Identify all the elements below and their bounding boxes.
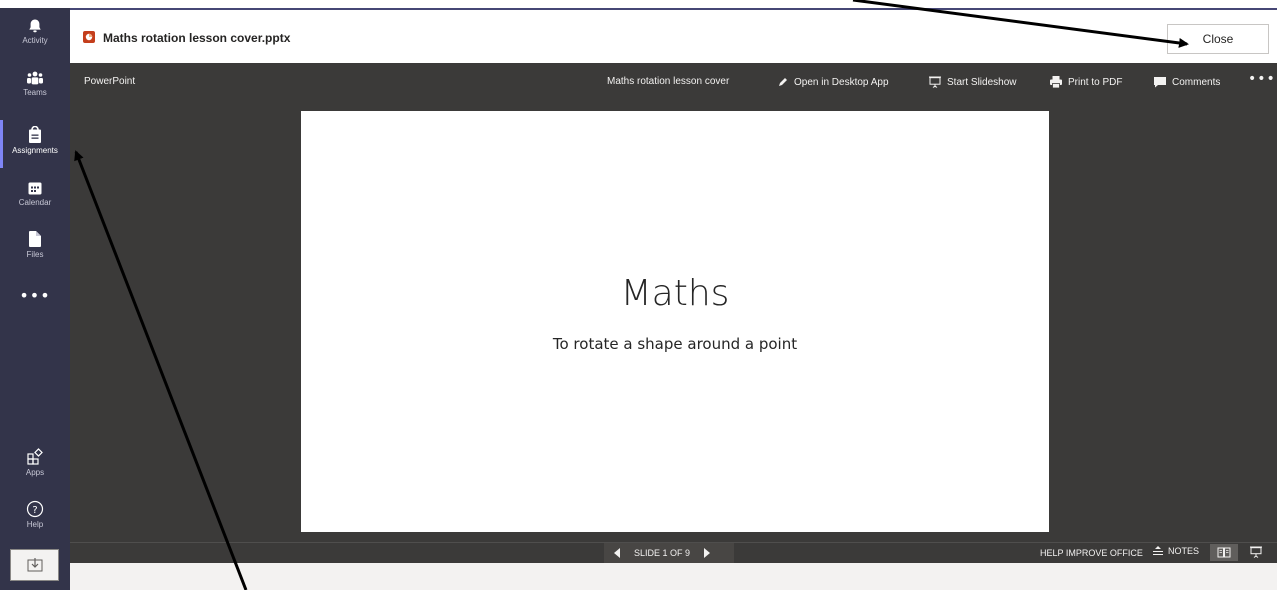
rail-item-activity[interactable]: Activity <box>0 18 70 45</box>
app-name: PowerPoint <box>84 76 136 87</box>
comments-button[interactable]: Comments <box>1153 73 1220 91</box>
notes-button[interactable]: NOTES <box>1152 546 1199 556</box>
next-slide-button[interactable] <box>694 543 720 563</box>
rail-item-label: Assignments <box>12 146 58 155</box>
slide-counter: SLIDE 1 OF 9 <box>634 548 691 558</box>
slideshow-icon <box>929 76 941 88</box>
rail-item-apps[interactable]: Help Apps <box>0 448 70 477</box>
rail-item-help[interactable]: ? Help <box>0 500 70 529</box>
print-to-pdf-label: Print to PDF <box>1068 76 1123 88</box>
print-to-pdf-button[interactable]: Print to PDF <box>1049 73 1122 91</box>
slide-title: Maths <box>620 273 730 314</box>
apps-icon <box>27 448 43 465</box>
rail-item-label: Help <box>26 520 44 529</box>
viewer-toolbar: PowerPoint Maths rotation lesson cover O… <box>70 63 1277 103</box>
rail-item-assignments[interactable]: Assignments <box>0 120 70 168</box>
viewer-status-bar: SLIDE 1 OF 9 HELP IMPROVE OFFICE NOTES <box>70 542 1277 563</box>
rail-item-label: Calendar <box>18 198 52 207</box>
comments-label: Comments <box>1172 76 1221 88</box>
powerpoint-file-icon <box>83 31 95 43</box>
rail-item-files[interactable]: Files <box>0 230 70 259</box>
notes-label: NOTES <box>1168 546 1200 556</box>
bottom-strip <box>70 563 1277 590</box>
triangle-right-icon <box>704 548 711 558</box>
powerpoint-viewer: PowerPoint Maths rotation lesson cover O… <box>70 63 1277 542</box>
teams-app-bar: Activity Teams Assignments Calendar File… <box>0 8 70 590</box>
printer-icon <box>1050 76 1062 89</box>
teams-icon <box>27 71 43 85</box>
book-icon <box>1217 547 1231 558</box>
slide-subtitle: To rotate a shape around a point <box>552 335 798 353</box>
previous-slide-button[interactable] <box>604 543 630 563</box>
rail-item-label: Apps <box>25 468 45 477</box>
slide-canvas[interactable]: Maths To rotate a shape around a point <box>301 111 1049 532</box>
start-slideshow-button[interactable]: Start Slideshow <box>928 73 1016 91</box>
more-apps-button[interactable]: ••• <box>0 286 70 305</box>
download-icon <box>27 558 42 572</box>
slideshow-icon <box>1250 546 1262 558</box>
more-options-button[interactable]: ••• <box>1248 71 1276 87</box>
start-slideshow-label: Start Slideshow <box>947 76 1017 88</box>
document-name: Maths rotation lesson cover <box>607 76 730 87</box>
file-header: Maths rotation lesson cover.pptx Close <box>70 10 1277 63</box>
download-app-button[interactable] <box>10 549 59 581</box>
svg-text:?: ? <box>32 505 37 516</box>
slide-navigator: SLIDE 1 OF 9 <box>604 543 734 563</box>
rail-item-label: Files <box>26 250 44 259</box>
rail-item-label: Activity <box>22 36 48 45</box>
file-title: Maths rotation lesson cover.pptx <box>103 31 291 45</box>
close-button[interactable]: Close <box>1167 24 1269 54</box>
open-in-desktop-app-label: Open in Desktop App <box>794 76 889 88</box>
assignments-icon <box>29 126 41 143</box>
reading-view-button[interactable] <box>1210 544 1238 561</box>
rail-item-calendar[interactable]: Calendar <box>0 180 70 207</box>
open-in-desktop-app-button[interactable]: Open in Desktop App <box>777 73 889 91</box>
comment-icon <box>1154 77 1166 88</box>
calendar-icon <box>28 182 42 195</box>
pencil-icon <box>779 78 787 86</box>
triangle-left-icon <box>614 548 620 558</box>
rail-item-teams[interactable]: Teams <box>0 70 70 97</box>
help-icon: ? <box>26 500 44 518</box>
help-improve-office-link[interactable]: HELP IMPROVE OFFICE <box>1040 548 1143 558</box>
file-icon <box>29 231 41 247</box>
rail-item-label: Teams <box>23 88 47 97</box>
notes-icon <box>1153 546 1163 555</box>
slideshow-view-button[interactable] <box>1242 544 1270 561</box>
bell-icon <box>29 19 41 33</box>
